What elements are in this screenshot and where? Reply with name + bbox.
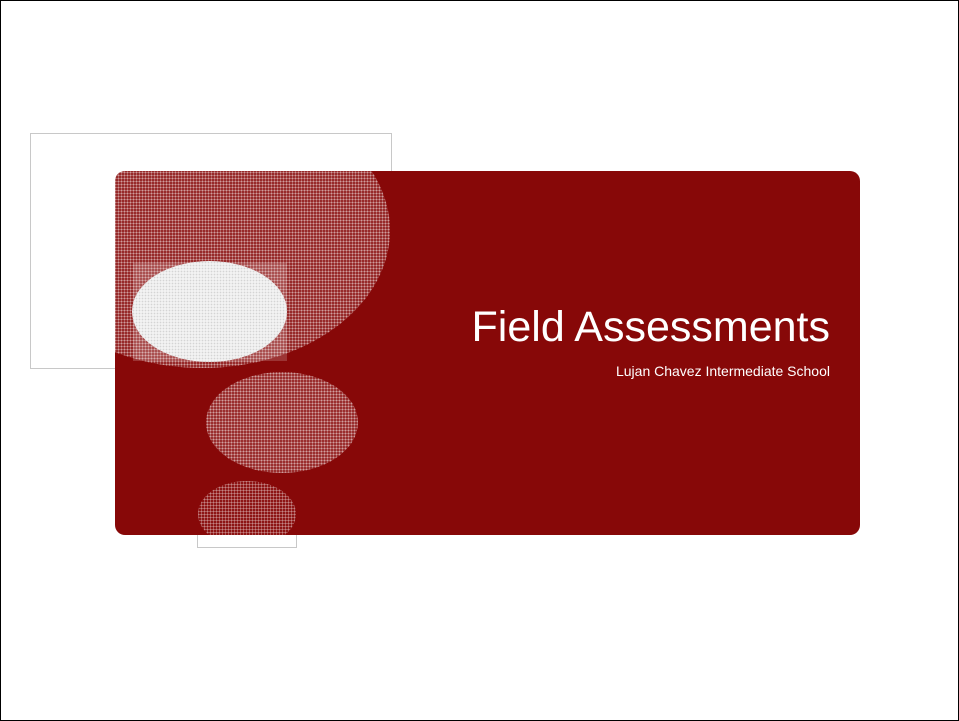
title-banner: Field Assessments Lujan Chavez Intermedi… <box>115 171 860 535</box>
white-ellipse <box>132 261 287 362</box>
small-grid-ellipse <box>198 481 296 535</box>
medium-dotted-ellipse <box>206 372 358 473</box>
slide-subtitle: Lujan Chavez Intermediate School <box>615 363 830 379</box>
slide: Field Assessments Lujan Chavez Intermedi… <box>0 0 959 721</box>
slide-title: Field Assessments <box>471 303 830 351</box>
